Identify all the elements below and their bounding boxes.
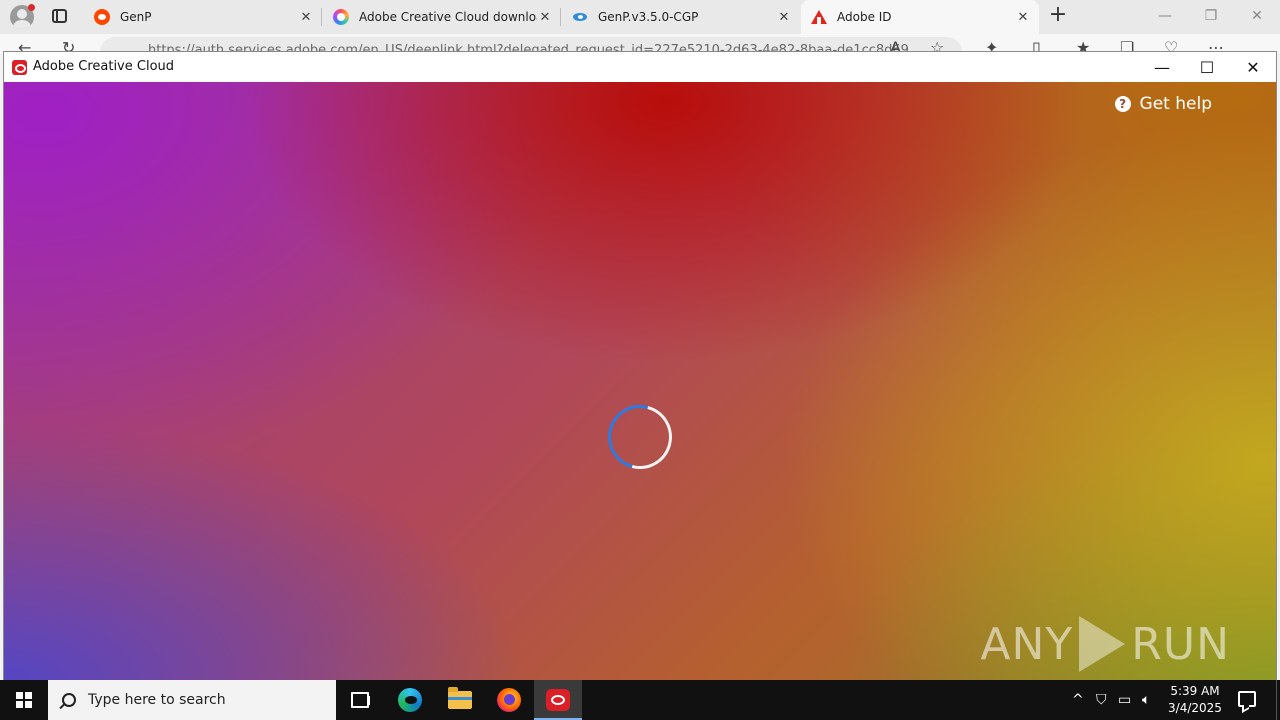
tab-title: Adobe ID	[837, 10, 892, 24]
get-help-label: Get help	[1139, 94, 1212, 114]
app-content-gradient: ? Get help ANY RUN	[4, 82, 1276, 680]
tab-adobe-cc-download[interactable]: Adobe Creative Cloud download ✕	[323, 0, 561, 34]
notification-icon[interactable]	[1238, 691, 1256, 707]
clock-date: 3/4/2025	[1168, 701, 1222, 715]
new-tab-button[interactable]: +	[1048, 4, 1068, 26]
task-view-icon	[351, 692, 370, 708]
task-view-button[interactable]	[336, 680, 384, 720]
tab-title: GenP.v3.5.0-CGP	[598, 10, 699, 24]
firefox-icon	[497, 688, 521, 712]
defender-icon[interactable]: ⛉	[1096, 680, 1107, 720]
tab-title: Adobe Creative Cloud download	[359, 10, 537, 24]
watermark-right-text: RUN	[1131, 618, 1230, 670]
reddit-icon	[94, 9, 110, 25]
network-icon[interactable]: ▭	[1118, 680, 1131, 720]
app-minimize-button[interactable]: —	[1139, 52, 1185, 82]
creative-cloud-icon	[333, 9, 349, 25]
tab-close-button[interactable]: ✕	[298, 10, 314, 25]
search-icon	[62, 693, 76, 707]
taskbar-clock[interactable]: 5:39 AM 3/4/2025	[1160, 683, 1230, 717]
taskbar-search-box[interactable]: Type here to search	[48, 680, 336, 720]
windows-logo-icon	[16, 692, 32, 708]
help-question-icon: ?	[1114, 96, 1131, 112]
profile-notification-dot	[28, 4, 35, 11]
creative-cloud-icon	[546, 689, 570, 711]
tab-genp-release[interactable]: GenP.v3.5.0-CGP ✕	[562, 0, 800, 34]
loading-spinner	[596, 393, 684, 481]
taskbar-creative-cloud[interactable]	[534, 680, 582, 720]
taskbar-edge[interactable]	[386, 680, 434, 720]
volume-icon[interactable]: 🔈︎	[1142, 680, 1150, 720]
tab-adobe-id[interactable]: Adobe ID ✕	[801, 0, 1039, 34]
site-eye-icon	[572, 9, 588, 25]
tab-close-button[interactable]: ✕	[537, 10, 553, 25]
taskbar-firefox[interactable]	[485, 680, 533, 720]
app-maximize-button[interactable]: ☐	[1184, 52, 1230, 82]
tab-close-button[interactable]: ✕	[1015, 10, 1031, 25]
start-button[interactable]	[0, 680, 48, 720]
tab-actions-icon[interactable]	[52, 9, 67, 23]
tray-overflow-icon[interactable]: ^	[1072, 680, 1084, 720]
clock-time: 5:39 AM	[1170, 684, 1220, 698]
anyrun-watermark: ANY RUN	[980, 616, 1230, 672]
creative-cloud-window: Adobe Creative Cloud — ☐ ✕ ? Get help AN…	[3, 51, 1277, 681]
watermark-play-icon	[1079, 616, 1126, 672]
taskbar-file-explorer[interactable]	[436, 680, 484, 720]
tab-close-button[interactable]: ✕	[776, 10, 792, 25]
browser-close-button[interactable]: ✕	[1234, 0, 1280, 32]
windows-taskbar: Type here to search ^ ⛉ ▭ 🔈︎ 5:39 AM 3/4…	[0, 680, 1280, 720]
browser-tab-strip: GenP ✕ Adobe Creative Cloud download ✕ G…	[0, 0, 1280, 34]
browser-restore-button[interactable]: ❐	[1188, 0, 1234, 32]
app-close-button[interactable]: ✕	[1230, 52, 1276, 82]
tab-title: GenP	[120, 10, 152, 24]
folder-icon	[448, 687, 472, 709]
search-placeholder: Type here to search	[88, 692, 226, 708]
adobe-icon	[811, 9, 827, 25]
get-help-link[interactable]: ? Get help	[1114, 94, 1212, 114]
watermark-left-text: ANY	[980, 618, 1074, 670]
show-desktop-button[interactable]	[1276, 680, 1280, 720]
browser-minimize-button[interactable]: —	[1142, 0, 1188, 32]
edge-icon	[398, 688, 422, 712]
creative-cloud-app-icon	[12, 60, 27, 75]
tab-genp[interactable]: GenP ✕	[84, 0, 322, 34]
app-title-bar[interactable]: Adobe Creative Cloud — ☐ ✕	[4, 52, 1276, 82]
app-title: Adobe Creative Cloud	[33, 59, 175, 74]
